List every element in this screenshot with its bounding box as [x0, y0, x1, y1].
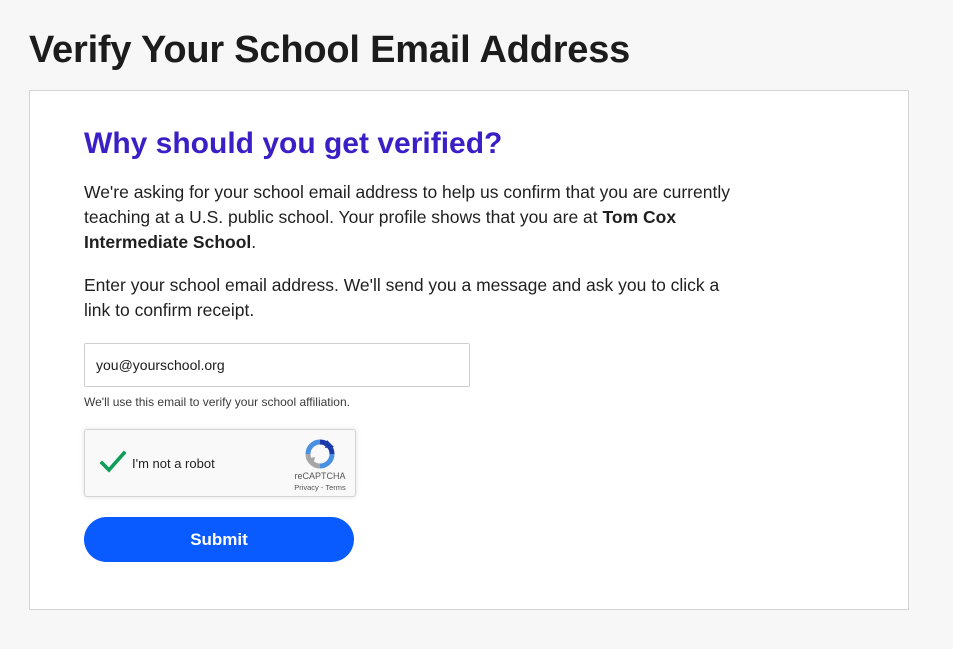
instruction-paragraph: Enter your school email address. We'll s… [84, 275, 720, 320]
recaptcha-widget[interactable]: I'm not a robot reCAPTCHA Privacy - Term… [84, 429, 356, 497]
recaptcha-brand: reCAPTCHA [294, 471, 346, 481]
recaptcha-links: Privacy - Terms [281, 483, 359, 492]
explanation-end: . [251, 232, 257, 252]
school-email-input[interactable] [84, 343, 470, 387]
recaptcha-logo-icon [305, 439, 335, 469]
submit-button[interactable]: Submit [84, 517, 354, 562]
section-heading: Why should you get verified? [84, 127, 503, 160]
email-helper-text: We'll use this email to verify your scho… [84, 395, 350, 409]
recaptcha-label: I'm not a robot [132, 456, 215, 471]
recaptcha-terms-link[interactable]: Terms [325, 483, 345, 492]
check-icon[interactable] [99, 448, 127, 476]
recaptcha-privacy-link[interactable]: Privacy [294, 483, 319, 492]
page-title: Verify Your School Email Address [29, 29, 631, 71]
verification-card: Why should you get verified? We're askin… [29, 90, 909, 610]
explanation-paragraph: We're asking for your school email addre… [84, 180, 754, 255]
